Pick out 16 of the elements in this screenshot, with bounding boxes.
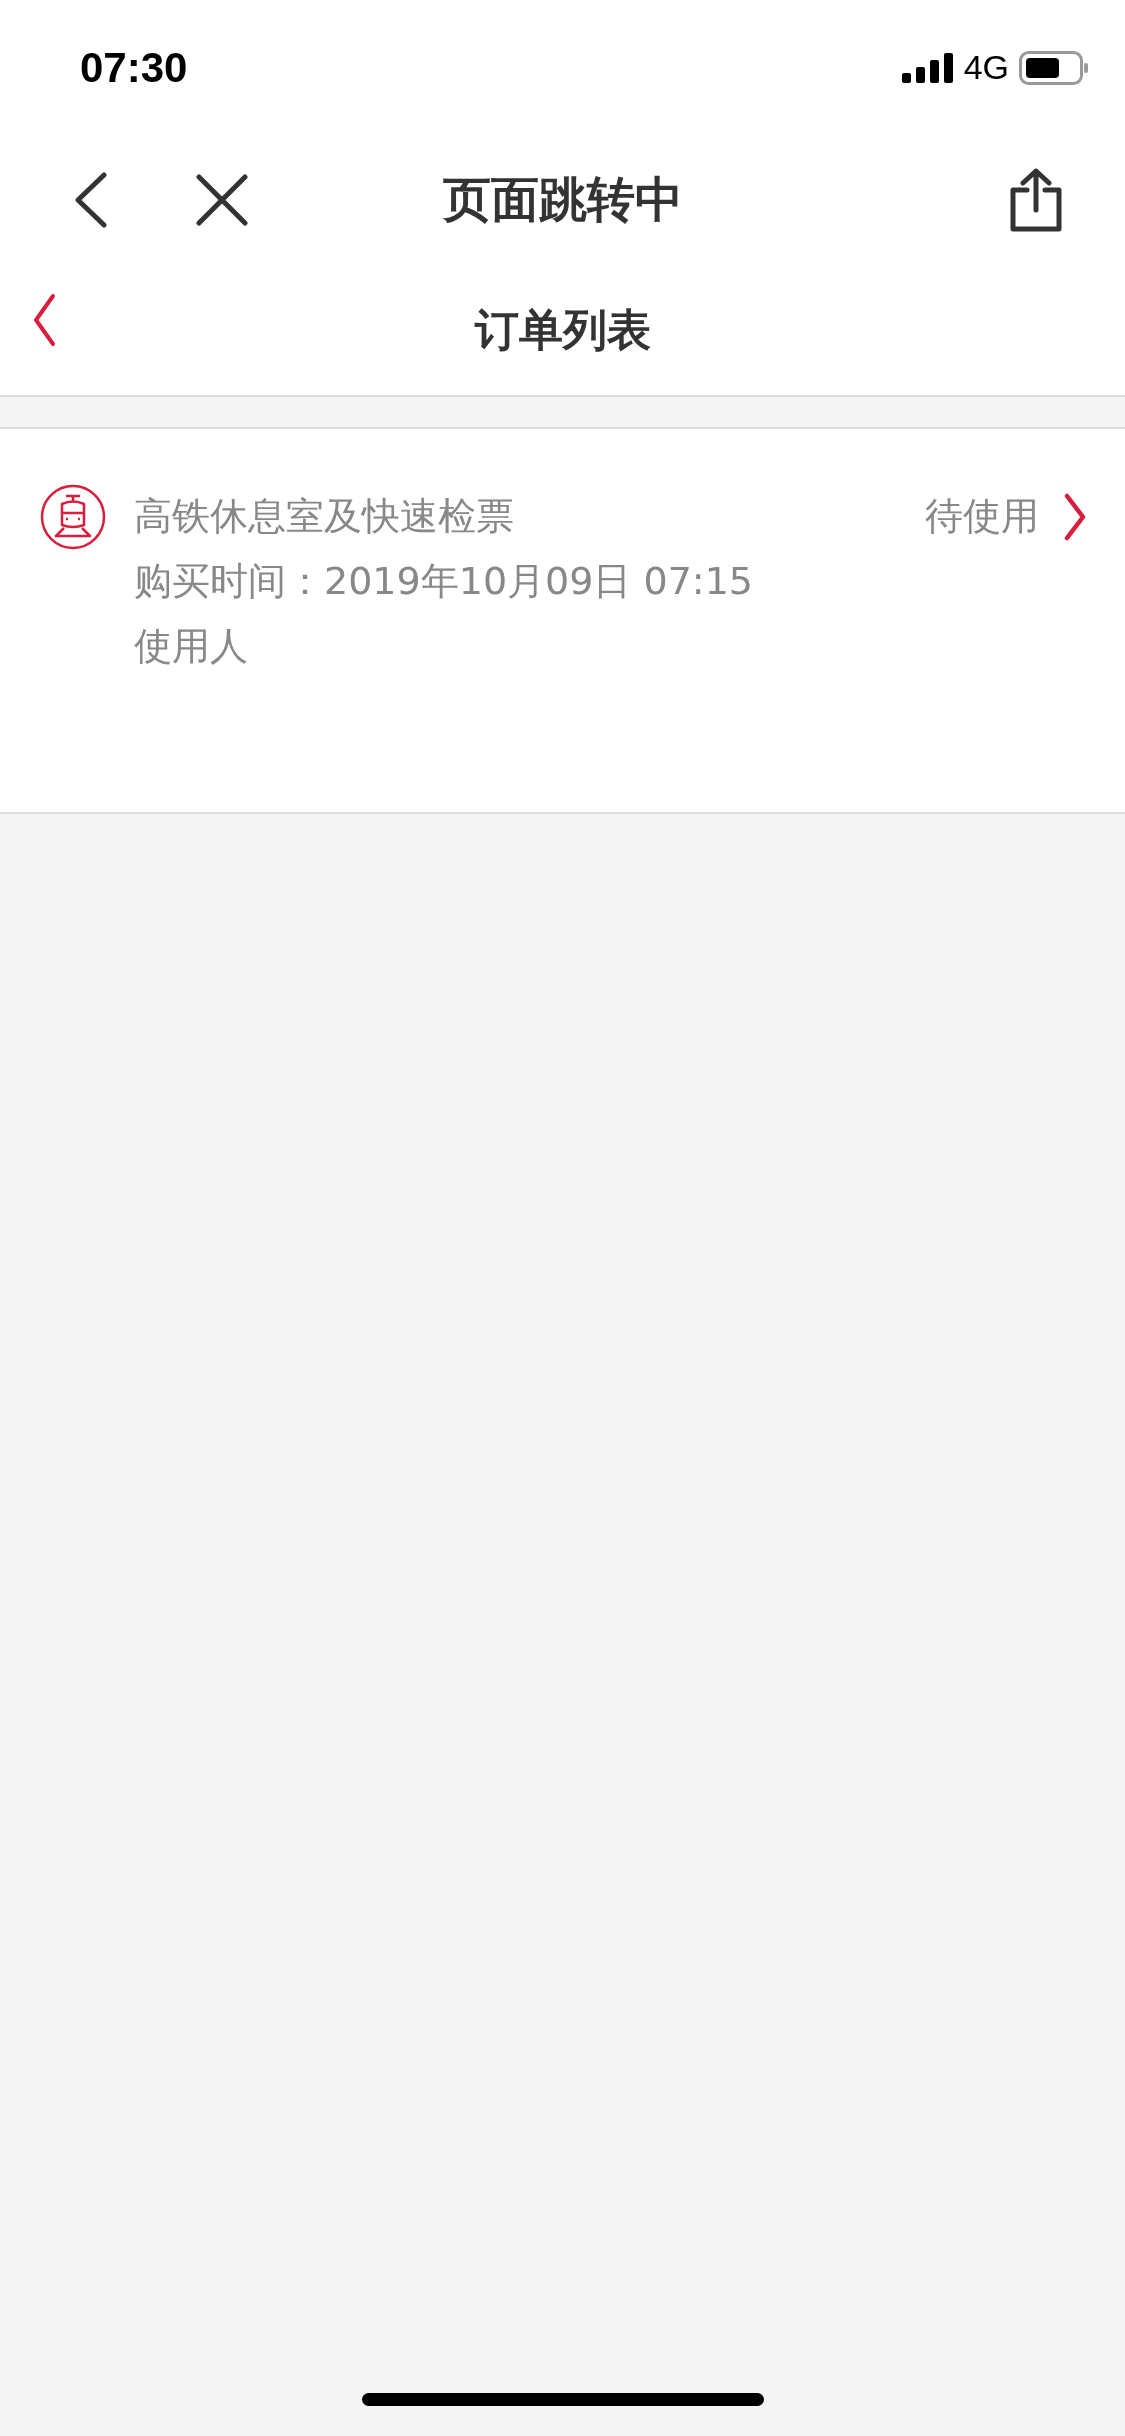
train-icon <box>40 484 106 550</box>
page-title: 页面跳转中 <box>441 170 684 229</box>
order-status: 待使用 <box>925 493 1039 540</box>
user-label: 使用人 <box>134 623 249 670</box>
status-time: 07:30 <box>80 43 188 92</box>
purchase-time: 购买时间：2019年10月09日 07:15 <box>134 558 754 605</box>
battery-icon <box>1019 50 1089 85</box>
share-icon[interactable] <box>1009 168 1063 232</box>
network-label: 4G <box>963 48 1009 87</box>
order-title: 高铁休息室及快速检票 <box>134 493 515 540</box>
back-icon[interactable] <box>74 172 108 228</box>
close-icon[interactable] <box>196 174 248 226</box>
chevron-right-icon <box>1063 493 1087 541</box>
order-card[interactable]: 高铁休息室及快速检票 购买时间：2019年10月09日 07:15 使用人 待使用 <box>0 429 1125 814</box>
signal-icon <box>901 52 954 83</box>
header-title: 订单列表 <box>473 302 652 357</box>
